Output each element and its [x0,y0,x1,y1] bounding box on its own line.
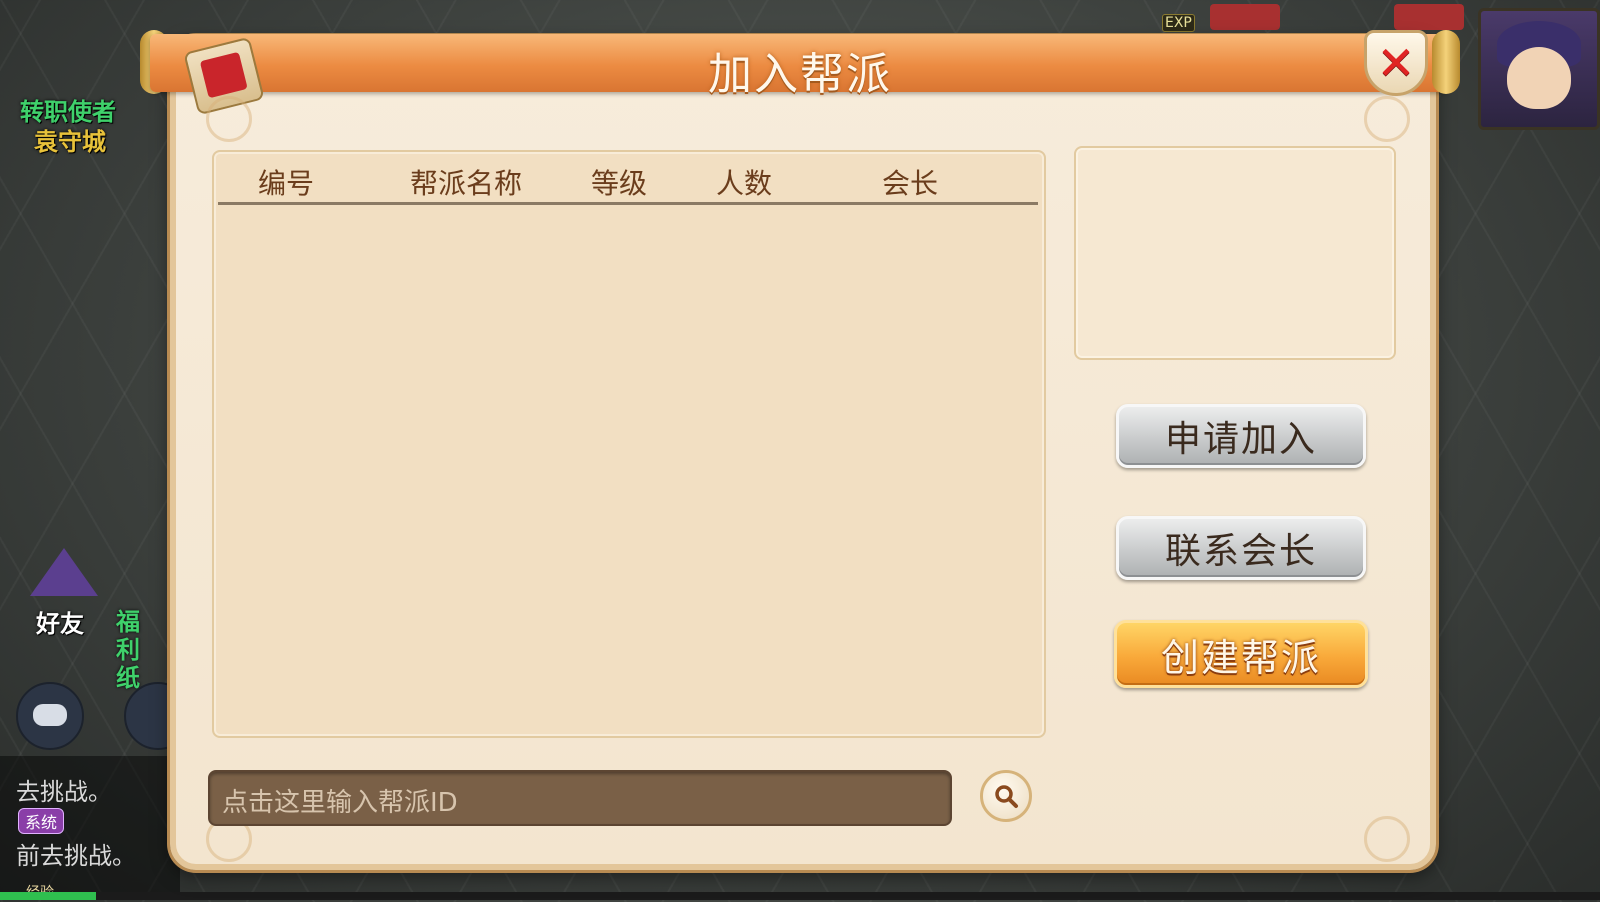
contact-leader-button[interactable]: 联系会长 [1116,516,1366,580]
corner-ornament [1364,816,1410,862]
column-header-leader[interactable]: 会长 [882,162,938,202]
npc-location[interactable]: 袁守城 [34,122,106,157]
mp-bar [1394,4,1464,30]
title-scroll-cap-right [1432,30,1460,94]
column-header-name[interactable]: 帮派名称 [410,162,522,202]
close-x-icon: ✕ [1376,36,1416,90]
corner-ornament [206,96,252,142]
chat-message: 前去挑战。 [16,842,136,870]
search-button[interactable] [980,770,1032,822]
close-button[interactable]: ✕ [1364,30,1428,96]
column-header-members[interactable]: 人数 [716,162,772,202]
exp-badge: EXP [1162,14,1195,32]
friend-label: 好友 [36,610,84,638]
create-guild-button[interactable]: 创建帮派 [1114,620,1368,688]
guild-id-search-input[interactable]: 点击这里输入帮派ID [208,770,952,826]
chat-bubble-icon [33,704,67,726]
guild-list[interactable] [212,150,1046,738]
friend-button[interactable]: 好友 [16,548,108,640]
exp-bar [0,892,1600,900]
system-tag: 系统 [18,808,65,834]
player-avatar[interactable] [1478,8,1600,130]
guild-info-panel [1074,146,1396,360]
avatar-face [1507,47,1571,109]
column-header-id[interactable]: 编号 [258,162,314,202]
welfare-button[interactable]: 福利纸 [116,608,156,692]
search-icon [995,785,1018,808]
column-header-level[interactable]: 等级 [591,162,647,202]
chat-message: 去挑战。 [16,778,112,806]
guild-list-header: 编号 帮派名称 等级 人数 会长 [218,158,1038,205]
dialog-title: 加入帮派 [708,49,892,100]
chat-button[interactable] [16,682,84,750]
corner-ornament [1364,96,1410,142]
exp-bar-fill [0,892,96,900]
wizard-hat-icon [30,548,98,596]
hp-bar [1210,4,1280,30]
apply-join-button[interactable]: 申请加入 [1116,404,1366,468]
chat-panel[interactable]: 去挑战。 系统 前去挑战。 [0,756,180,900]
